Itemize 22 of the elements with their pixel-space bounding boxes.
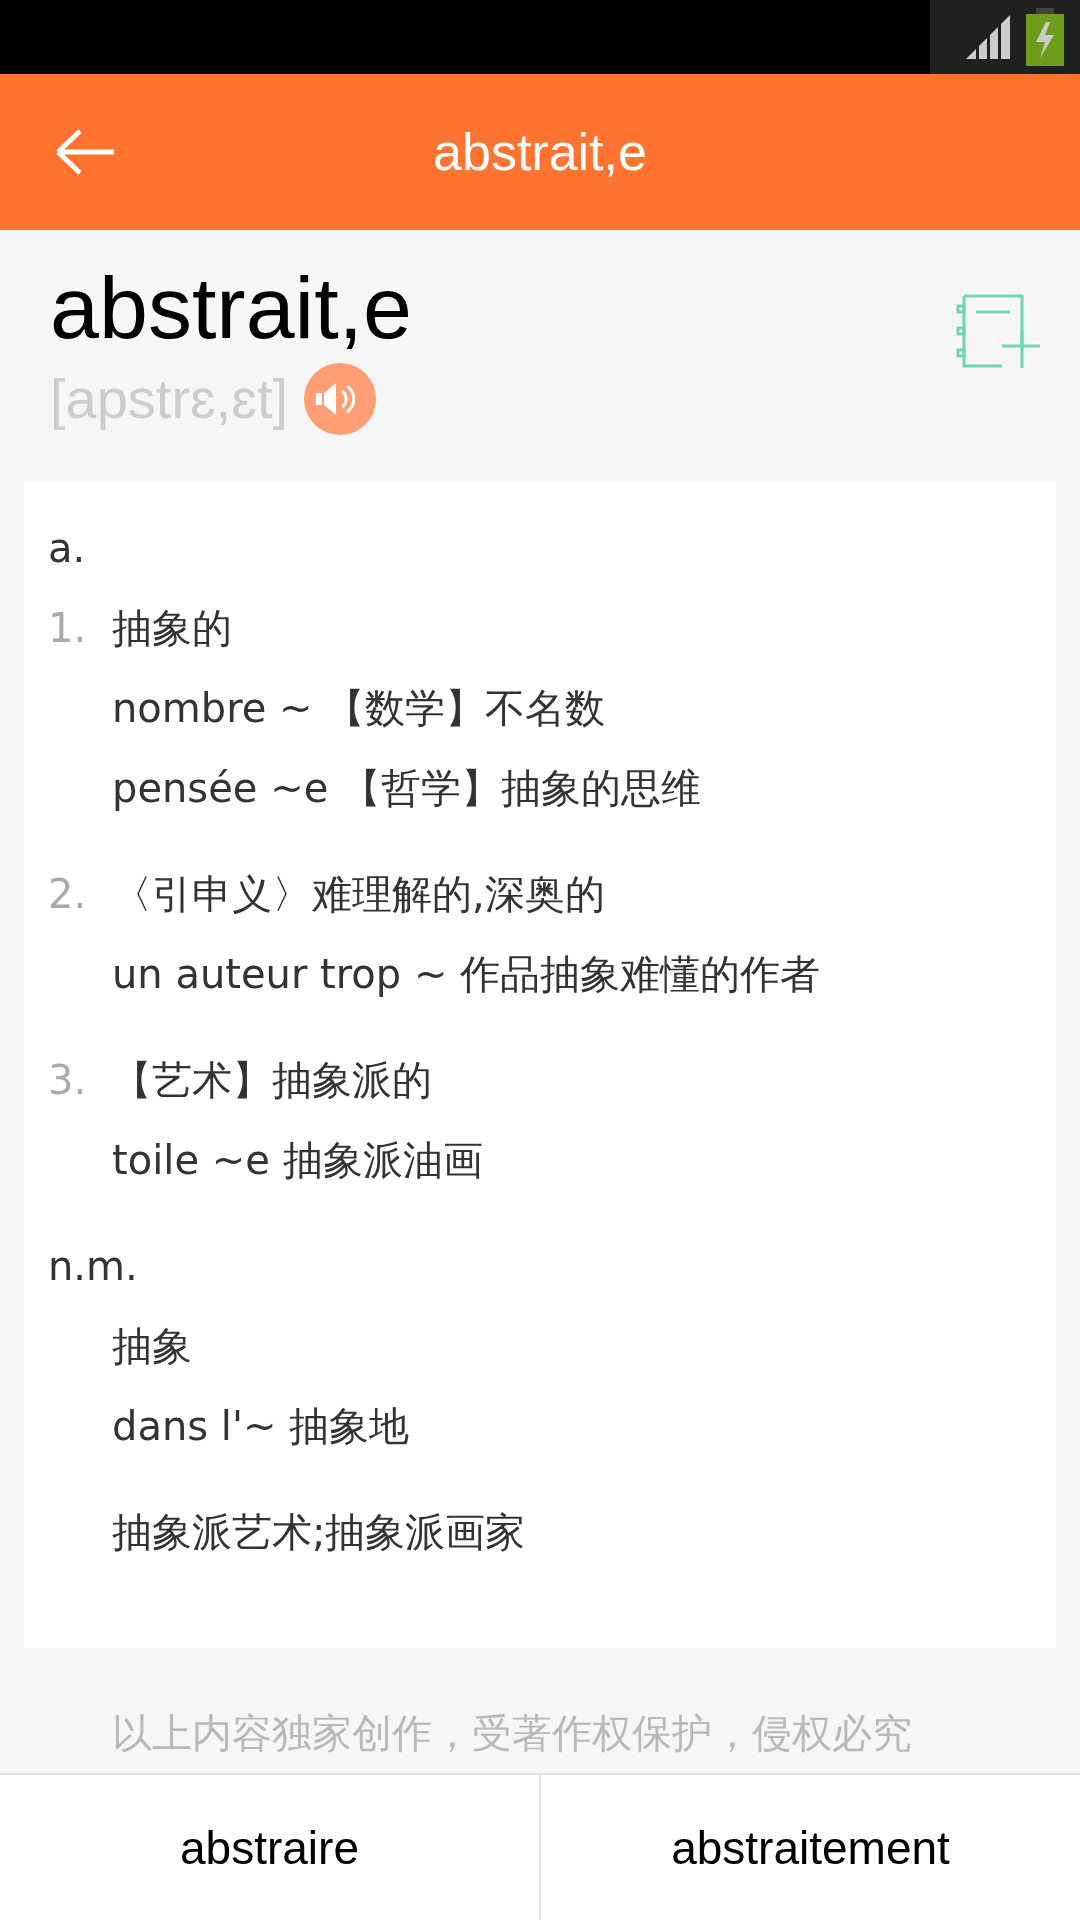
battery-charging-icon	[1026, 8, 1064, 66]
part-of-speech: n.m.	[47, 1242, 139, 1291]
app-bar-title: abstrait,e	[433, 122, 647, 182]
definition-line: 抽象的	[112, 604, 233, 653]
definition-line: nombre ~ 【数学】不名数	[112, 684, 607, 733]
definition-line: 抽象	[112, 1322, 193, 1371]
definition-line: 抽象派艺术;抽象派画家	[112, 1508, 526, 1557]
copyright-notice: 以上内容独家创作，受著作权保护，侵权必究	[111, 1709, 913, 1758]
signal-icon	[964, 13, 1012, 61]
sense-number: 2.	[48, 871, 87, 917]
part-of-speech: a.	[47, 524, 87, 573]
definition-line: 【艺术】抽象派的	[112, 1056, 433, 1105]
headword: abstrait,e	[50, 260, 412, 357]
add-to-notebook-icon[interactable]	[956, 294, 1040, 370]
definition-line: dans l'~ 抽象地	[112, 1402, 410, 1451]
definition-line: 〈引申义〉难理解的,深奥的	[112, 870, 606, 919]
speaker-icon[interactable]	[304, 362, 377, 435]
definition-line: toile ~e 抽象派油画	[112, 1136, 483, 1185]
definition-line: un auteur trop ~ 作品抽象难懂的作者	[112, 950, 821, 999]
sense-number: 3.	[48, 1057, 87, 1103]
definition-line: pensée ~e 【哲学】抽象的思维	[112, 764, 701, 813]
sense-number: 1.	[48, 605, 87, 651]
